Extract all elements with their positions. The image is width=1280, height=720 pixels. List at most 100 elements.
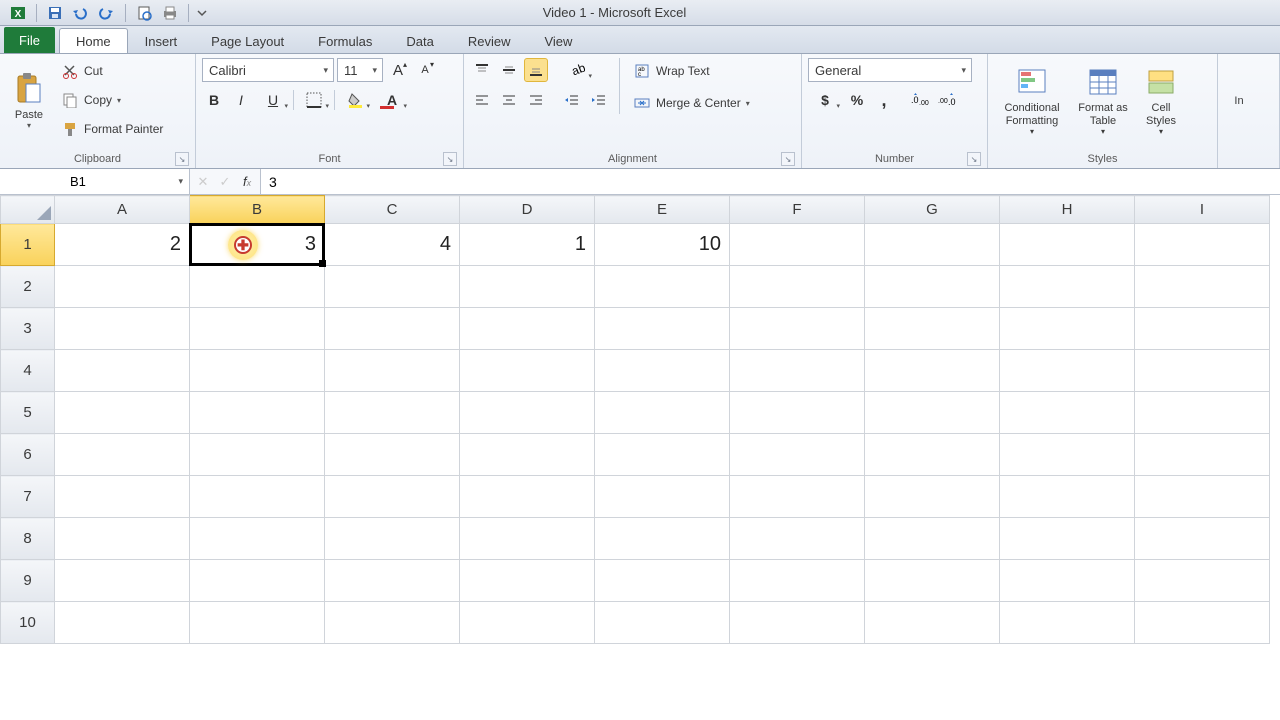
cell-I4[interactable] [1135,350,1270,392]
cancel-icon[interactable]: ✕ [194,174,212,190]
undo-icon[interactable] [69,2,93,24]
cell-A10[interactable] [55,602,190,644]
tab-file[interactable]: File [4,27,55,53]
cell-F2[interactable] [730,266,865,308]
copy-button[interactable]: Copy ▾ [56,87,168,113]
cut-button[interactable]: Cut [56,58,168,84]
align-bottom-button[interactable] [524,58,548,82]
alignment-launcher-icon[interactable]: ↘ [781,152,795,166]
cell-E2[interactable] [595,266,730,308]
cell-G2[interactable] [865,266,1000,308]
cell-E5[interactable] [595,392,730,434]
cell-H2[interactable] [1000,266,1135,308]
cell-G3[interactable] [865,308,1000,350]
select-all-corner[interactable] [1,196,55,224]
bold-button[interactable]: B [202,88,226,112]
cell-E9[interactable] [595,560,730,602]
accounting-format-button[interactable]: $▾ [808,88,842,112]
conditional-formatting-button[interactable]: Conditional Formatting▾ [994,58,1070,144]
row-header-3[interactable]: 3 [1,308,55,350]
qat-customize-icon[interactable] [195,2,209,24]
percent-button[interactable]: % [845,88,869,112]
col-header-C[interactable]: C [325,196,460,224]
cell-A3[interactable] [55,308,190,350]
cell-C9[interactable] [325,560,460,602]
cell-E4[interactable] [595,350,730,392]
cell-G6[interactable] [865,434,1000,476]
clipboard-launcher-icon[interactable]: ↘ [175,152,189,166]
cell-B7[interactable] [190,476,325,518]
cell-B3[interactable] [190,308,325,350]
increase-decimal-button[interactable]: .0.00 [908,88,932,112]
number-launcher-icon[interactable]: ↘ [967,152,981,166]
cell-A4[interactable] [55,350,190,392]
cell-C10[interactable] [325,602,460,644]
col-header-D[interactable]: D [460,196,595,224]
cell-F8[interactable] [730,518,865,560]
insert-cells-button[interactable]: In [1224,58,1254,144]
cell-B9[interactable] [190,560,325,602]
cell-H8[interactable] [1000,518,1135,560]
cell-G8[interactable] [865,518,1000,560]
row-header-6[interactable]: 6 [1,434,55,476]
col-header-A[interactable]: A [55,196,190,224]
cell-I7[interactable] [1135,476,1270,518]
align-middle-button[interactable] [497,58,521,82]
cell-H6[interactable] [1000,434,1135,476]
format-as-table-button[interactable]: Format as Table▾ [1074,58,1132,144]
cell-H5[interactable] [1000,392,1135,434]
align-right-button[interactable] [524,88,548,112]
borders-button[interactable]: ▾ [297,88,331,112]
grow-font-button[interactable]: A▴ [386,58,410,82]
cell-C6[interactable] [325,434,460,476]
cell-E6[interactable] [595,434,730,476]
tab-review[interactable]: Review [451,28,528,53]
align-center-button[interactable] [497,88,521,112]
row-header-9[interactable]: 9 [1,560,55,602]
tab-formulas[interactable]: Formulas [301,28,389,53]
cell-F3[interactable] [730,308,865,350]
cell-A9[interactable] [55,560,190,602]
cell-G9[interactable] [865,560,1000,602]
shrink-font-button[interactable]: A▾ [413,58,437,82]
cell-D3[interactable] [460,308,595,350]
cell-G1[interactable] [865,224,1000,266]
cell-H1[interactable] [1000,224,1135,266]
cell-A6[interactable] [55,434,190,476]
font-launcher-icon[interactable]: ↘ [443,152,457,166]
cell-D6[interactable] [460,434,595,476]
fx-icon[interactable]: fx [238,174,256,189]
cell-C8[interactable] [325,518,460,560]
cell-H7[interactable] [1000,476,1135,518]
cell-B4[interactable] [190,350,325,392]
row-header-1[interactable]: 1 [1,224,55,266]
cell-F6[interactable] [730,434,865,476]
cell-B10[interactable] [190,602,325,644]
cell-E1[interactable]: 10 [595,224,730,266]
cell-A7[interactable] [55,476,190,518]
excel-icon[interactable]: X [6,2,30,24]
tab-page-layout[interactable]: Page Layout [194,28,301,53]
cell-I2[interactable] [1135,266,1270,308]
cell-D9[interactable] [460,560,595,602]
row-header-2[interactable]: 2 [1,266,55,308]
redo-icon[interactable] [95,2,119,24]
tab-insert[interactable]: Insert [128,28,195,53]
cell-C7[interactable] [325,476,460,518]
fill-color-button[interactable]: ▾ [338,88,372,112]
cell-B5[interactable] [190,392,325,434]
cell-C2[interactable] [325,266,460,308]
cell-I9[interactable] [1135,560,1270,602]
col-header-H[interactable]: H [1000,196,1135,224]
col-header-I[interactable]: I [1135,196,1270,224]
tab-view[interactable]: View [527,28,589,53]
cell-E3[interactable] [595,308,730,350]
cell-A2[interactable] [55,266,190,308]
save-icon[interactable] [43,2,67,24]
cell-F1[interactable] [730,224,865,266]
cell-B2[interactable] [190,266,325,308]
col-header-G[interactable]: G [865,196,1000,224]
name-box[interactable]: B1▾ [0,169,190,194]
cell-I1[interactable] [1135,224,1270,266]
cell-G5[interactable] [865,392,1000,434]
